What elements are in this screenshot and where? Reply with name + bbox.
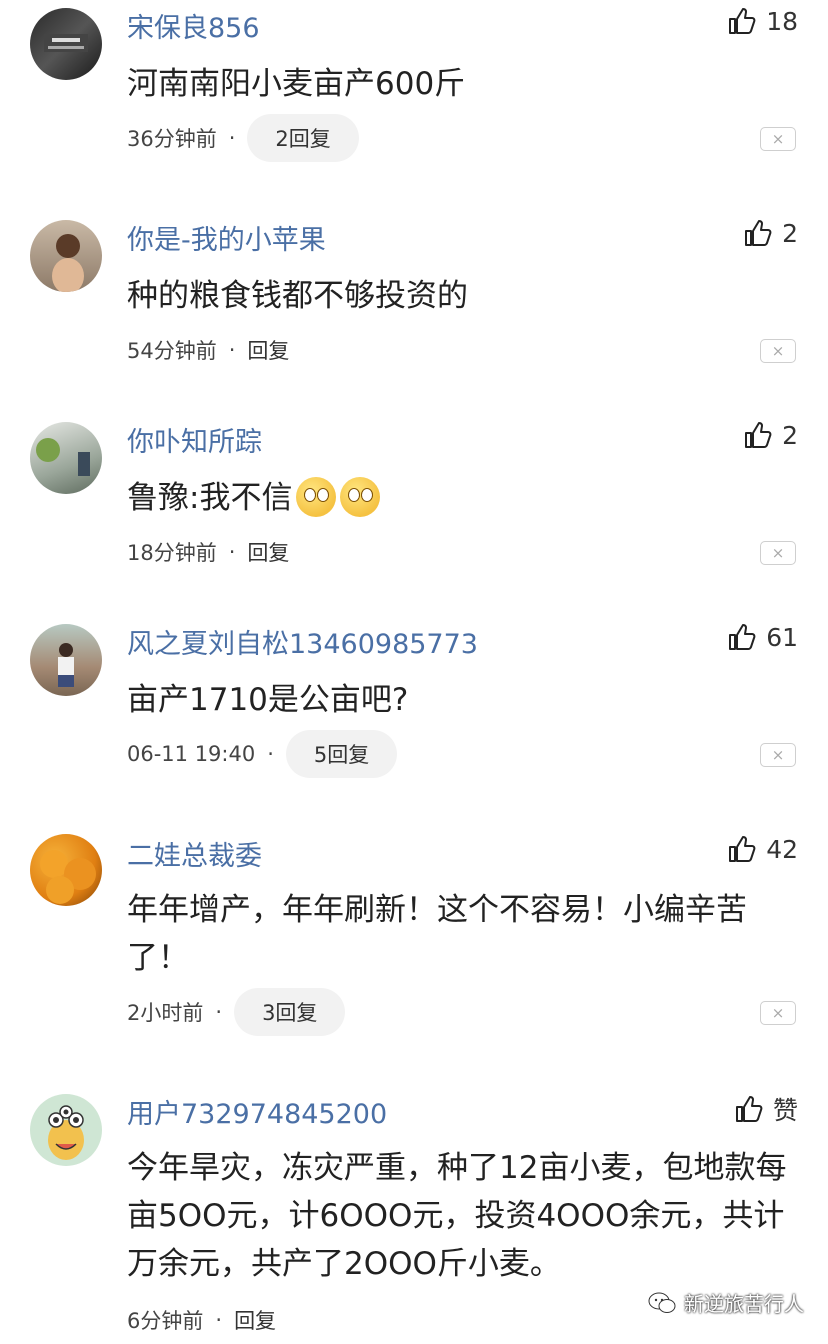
avatar-image-icon bbox=[58, 643, 74, 687]
thumbs-up-icon bbox=[745, 220, 772, 246]
comment-meta: 18分钟前 · 回复 bbox=[127, 528, 289, 576]
thumbs-up-icon bbox=[745, 422, 772, 448]
close-icon[interactable]: × bbox=[760, 127, 796, 151]
like-button[interactable]: 42 bbox=[726, 833, 798, 865]
comment-meta: 2小时前 · 3回复 bbox=[127, 988, 346, 1036]
like-button[interactable]: 18 bbox=[726, 5, 798, 37]
timestamp: 06-11 19:40 bbox=[127, 742, 256, 766]
username[interactable]: 二娃总裁委 bbox=[127, 834, 262, 873]
reply-button[interactable]: 5回复 bbox=[285, 730, 398, 778]
like-count: 2 bbox=[782, 420, 798, 450]
username[interactable]: 你是-我的小苹果 bbox=[127, 218, 326, 257]
like-button[interactable]: 赞 bbox=[733, 1091, 798, 1127]
thinking-face-emoji bbox=[340, 476, 381, 517]
separator: · bbox=[228, 338, 236, 362]
like-label: 赞 bbox=[772, 1096, 798, 1125]
timestamp: 36分钟前 bbox=[127, 127, 217, 151]
thumbs-up-icon bbox=[735, 1096, 763, 1122]
thumbs-up-icon bbox=[729, 624, 756, 650]
separator: · bbox=[228, 126, 236, 150]
thumbs-up-icon bbox=[729, 8, 756, 34]
timestamp: 2小时前 bbox=[127, 1001, 204, 1025]
comment-text: 今年旱灾，冻灾严重，种了12亩小麦，包地款每亩5OO元，计6OOO元，投资4OO… bbox=[127, 1150, 787, 1282]
username[interactable]: 你卟知所踪 bbox=[127, 420, 262, 459]
username[interactable]: 宋保良856 bbox=[127, 6, 260, 45]
comment-meta: 54分钟前 · 回复 bbox=[127, 326, 289, 374]
comment-meta: 36分钟前 · 2回复 bbox=[127, 114, 359, 162]
separator: · bbox=[267, 742, 274, 766]
avatar[interactable] bbox=[30, 834, 102, 906]
avatar[interactable] bbox=[30, 624, 102, 696]
timestamp: 18分钟前 bbox=[127, 541, 217, 565]
avatar-image-icon bbox=[44, 34, 88, 52]
separator: · bbox=[215, 1308, 223, 1332]
like-count: 2 bbox=[782, 218, 798, 248]
avatar-image-icon bbox=[40, 850, 96, 904]
like-count: 42 bbox=[766, 834, 798, 864]
close-icon[interactable]: × bbox=[760, 339, 796, 363]
reply-button[interactable]: 2回复 bbox=[247, 114, 359, 162]
reply-button[interactable]: 回复 bbox=[247, 537, 289, 567]
comment-text: 河南南阳小麦亩产600斤 bbox=[127, 66, 466, 102]
username[interactable]: 风之夏刘自松13460985773 bbox=[127, 622, 478, 661]
comment-text-content: 鲁豫:我不信 bbox=[127, 480, 293, 516]
wechat-icon bbox=[648, 1292, 676, 1313]
like-button[interactable]: 2 bbox=[742, 217, 798, 249]
close-icon[interactable]: × bbox=[760, 743, 796, 767]
avatar-image-icon bbox=[52, 234, 84, 292]
avatar-image-icon bbox=[48, 1105, 84, 1160]
reply-button[interactable]: 3回复 bbox=[234, 988, 346, 1036]
thumbs-up-icon bbox=[729, 836, 756, 862]
separator: · bbox=[215, 1000, 223, 1024]
like-count: 18 bbox=[766, 6, 798, 36]
thinking-face-emoji bbox=[296, 476, 337, 517]
timestamp: 6分钟前 bbox=[127, 1309, 204, 1333]
separator: · bbox=[228, 540, 236, 564]
close-icon[interactable]: × bbox=[760, 541, 796, 565]
timestamp: 54分钟前 bbox=[127, 339, 217, 363]
like-count: 61 bbox=[766, 622, 798, 652]
comment-meta: 06-11 19:40 · 5回复 bbox=[127, 730, 398, 778]
avatar-image-icon bbox=[36, 438, 90, 476]
avatar[interactable] bbox=[30, 220, 102, 292]
comment-text: 种的粮食钱都不够投资的 bbox=[127, 278, 468, 314]
comment-text: 鲁豫:我不信 bbox=[127, 474, 792, 522]
watermark-text: 新逆旅苦行人 bbox=[684, 1292, 804, 1316]
reply-button[interactable]: 回复 bbox=[247, 335, 289, 365]
avatar[interactable] bbox=[30, 1094, 102, 1166]
close-icon[interactable]: × bbox=[760, 1001, 796, 1025]
comment-text: 年年增产，年年刷新！这个不容易！小编辛苦了！ bbox=[127, 892, 747, 976]
watermark: 新逆旅苦行人 bbox=[648, 1288, 804, 1317]
like-button[interactable]: 61 bbox=[726, 621, 798, 653]
avatar[interactable] bbox=[30, 8, 102, 80]
like-button[interactable]: 2 bbox=[742, 419, 798, 451]
avatar[interactable] bbox=[30, 422, 102, 494]
reply-button[interactable]: 回复 bbox=[234, 1305, 276, 1335]
comment-text: 亩产1710是公亩吧? bbox=[127, 682, 409, 718]
username[interactable]: 用户732974845200 bbox=[127, 1092, 387, 1131]
